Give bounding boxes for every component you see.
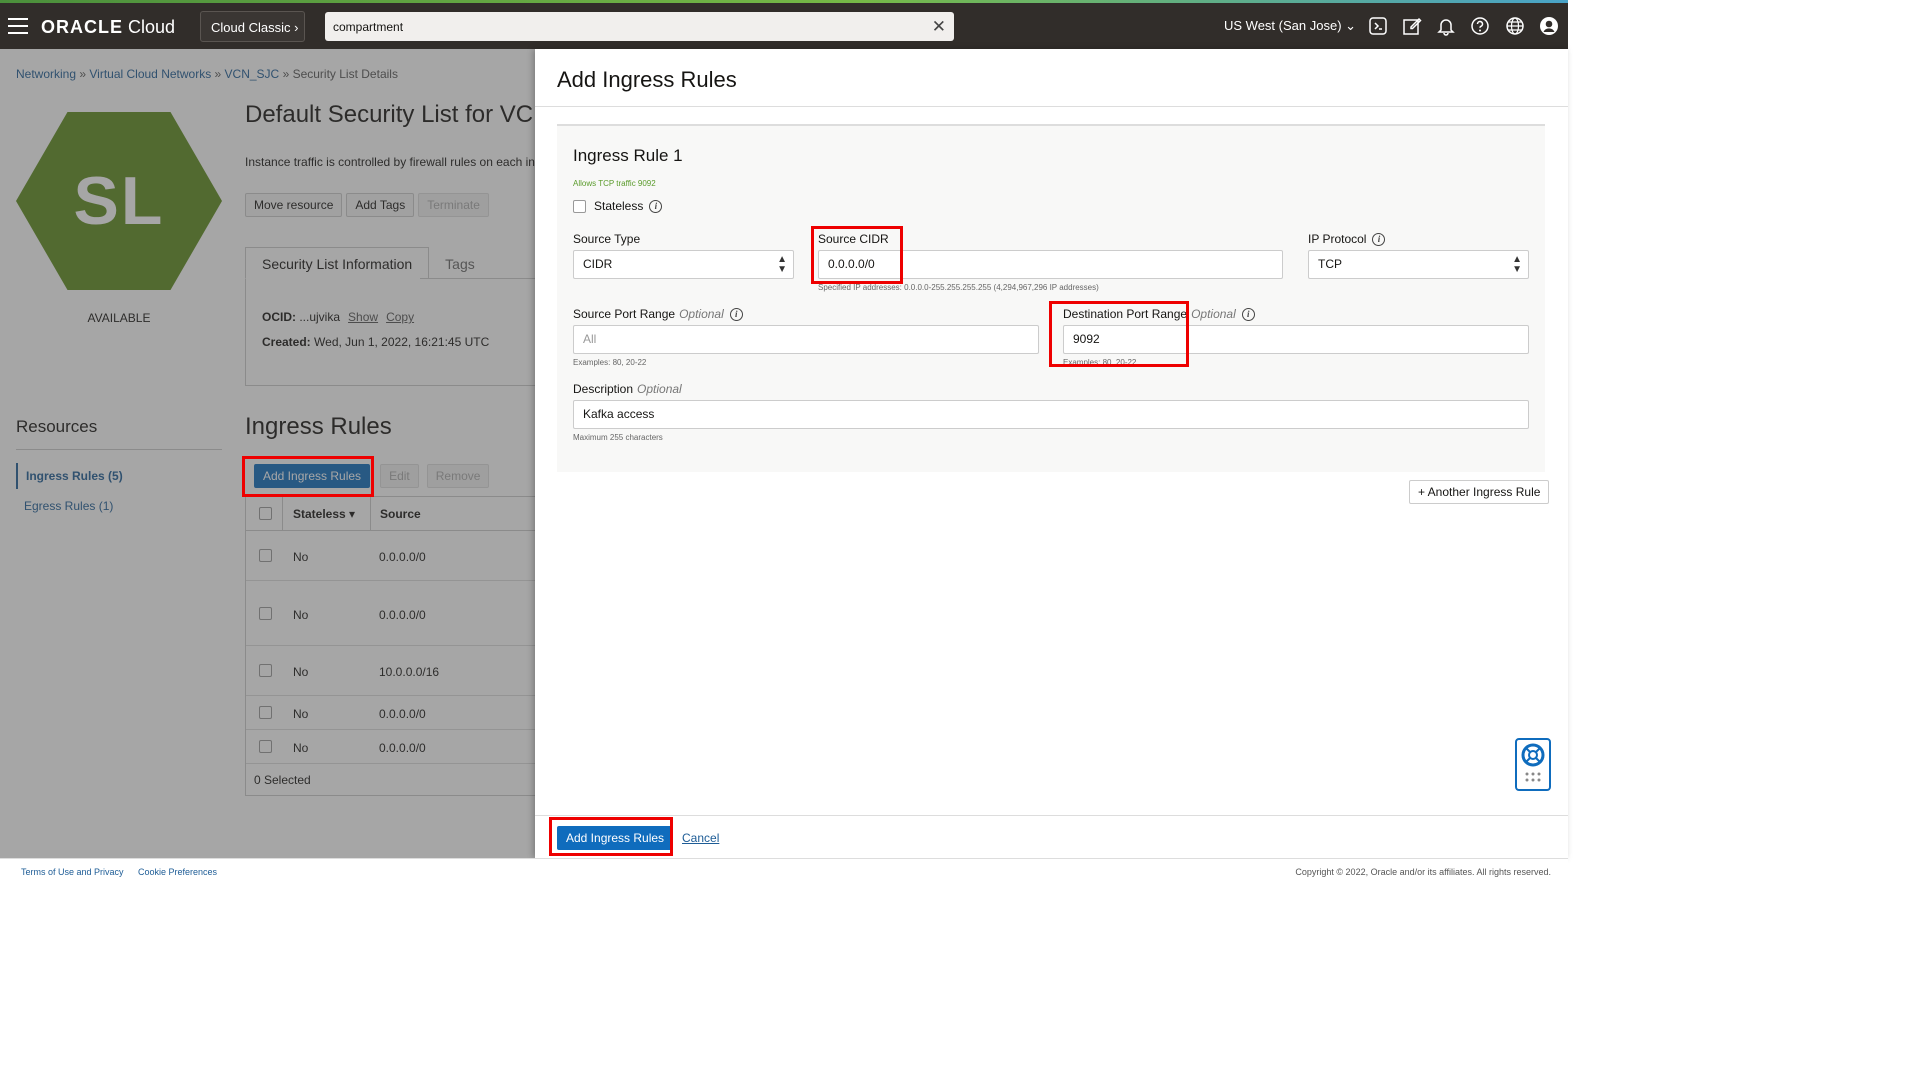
modal-backdrop[interactable] (0, 49, 535, 858)
another-ingress-rule-button[interactable]: + Another Ingress Rule (1409, 480, 1550, 504)
bell-icon[interactable] (1436, 16, 1456, 36)
help-icon[interactable] (1470, 16, 1490, 36)
source-cidr-input[interactable]: 0.0.0.0/0 (818, 250, 1283, 279)
panel-footer: Add Ingress Rules Cancel (535, 815, 1568, 858)
ip-protocol-label: IP Protocol i (1308, 232, 1386, 247)
source-type-select[interactable]: CIDR ▲ ▼ (573, 250, 794, 279)
menu-icon[interactable] (8, 18, 28, 34)
terms-link[interactable]: Terms of Use and Privacy (21, 867, 124, 877)
region-selector[interactable]: US West (San Jose) ⌄ (1224, 18, 1356, 34)
search-input[interactable] (325, 12, 915, 41)
edit-icon[interactable] (1402, 16, 1422, 36)
source-port-range-label: Source Port Range Optional i (573, 307, 743, 322)
source-type-label: Source Type (573, 232, 641, 246)
source-port-range-input[interactable]: All (573, 325, 1039, 354)
info-icon[interactable]: i (1372, 233, 1386, 247)
cancel-link[interactable]: Cancel (682, 831, 719, 845)
submit-add-ingress-rules-button[interactable]: Add Ingress Rules (557, 826, 674, 850)
page-footer: Terms of Use and Privacy Cookie Preferen… (0, 858, 1568, 882)
cookie-preferences-link[interactable]: Cookie Preferences (138, 867, 217, 877)
info-icon[interactable]: i (1241, 308, 1255, 322)
source-port-range-help: Examples: 80, 20-22 (573, 358, 647, 367)
globe-icon[interactable] (1505, 16, 1525, 36)
source-cidr-label: Source CIDR (818, 232, 889, 246)
select-arrows-icon: ▲ ▼ (1512, 254, 1522, 275)
close-icon[interactable]: ✕ (932, 18, 946, 35)
chevron-right-icon: › (294, 20, 299, 35)
lifebuoy-icon (1521, 743, 1545, 782)
search-box: ✕ (325, 12, 954, 41)
source-cidr-help: Specified IP addresses: 0.0.0.0-255.255.… (818, 283, 1099, 292)
cloud-shell-icon[interactable] (1368, 16, 1388, 36)
info-icon[interactable]: i (649, 200, 663, 214)
stateless-option: Stateless i (573, 199, 663, 214)
info-icon[interactable]: i (729, 308, 743, 322)
top-navigation-bar: ORACLE Cloud Cloud Classic › ✕ US West (… (0, 3, 1568, 49)
stateless-checkbox[interactable] (573, 200, 586, 214)
add-ingress-rules-panel: Add Ingress Rules Ingress Rule 1 Allows … (535, 49, 1568, 858)
select-arrows-icon: ▲ ▼ (777, 254, 787, 275)
destination-port-range-input[interactable]: 9092 (1063, 325, 1529, 354)
help-widget[interactable] (1515, 738, 1551, 791)
destination-port-range-help: Examples: 80, 20-22 (1063, 358, 1137, 367)
description-help: Maximum 255 characters (573, 433, 663, 442)
copyright-text: Copyright © 2022, Oracle and/or its affi… (1295, 867, 1551, 877)
description-input[interactable]: Kafka access (573, 400, 1529, 429)
cloud-classic-button[interactable]: Cloud Classic › (200, 11, 305, 42)
description-label: Description Optional (573, 382, 682, 396)
rule-title: Ingress Rule 1 (573, 146, 683, 165)
ip-protocol-select[interactable]: TCP ▲ ▼ (1308, 250, 1529, 279)
profile-avatar-icon[interactable] (1539, 16, 1559, 36)
chevron-down-icon: ⌄ (1345, 18, 1357, 33)
panel-title: Add Ingress Rules (557, 67, 737, 92)
ingress-rule-1-section: Ingress Rule 1 Allows TCP traffic 9092 S… (557, 124, 1545, 472)
destination-port-range-label: Destination Port Range Optional i (1063, 307, 1255, 322)
rule-summary: Allows TCP traffic 9092 (573, 179, 656, 188)
oracle-cloud-logo[interactable]: ORACLE Cloud (41, 17, 175, 38)
